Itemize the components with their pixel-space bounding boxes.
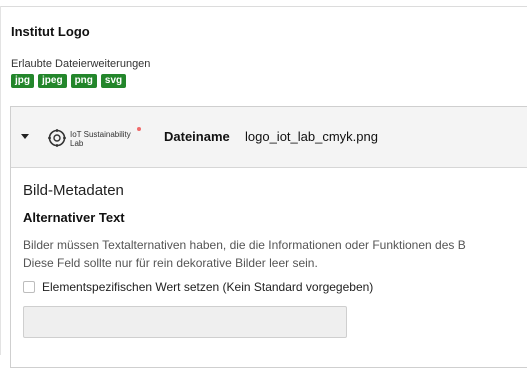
alt-text-input[interactable] <box>23 306 347 338</box>
left-divider <box>0 6 1 355</box>
extension-badge-jpg: jpg <box>11 74 34 88</box>
thumbnail-logo-text: IoT Sustainability Lab <box>70 130 131 148</box>
override-default-checkbox-row[interactable]: Elementspezifischen Wert setzen (Kein St… <box>23 280 373 294</box>
override-default-label: Elementspezifischen Wert setzen (Kein St… <box>42 280 374 294</box>
image-metadata-heading: Bild-Metadaten <box>23 182 124 199</box>
extensions-label: Erlaubte Dateierweiterungen <box>11 58 151 70</box>
file-thumbnail[interactable]: IoT Sustainability Lab <box>47 127 143 151</box>
extension-badge-jpeg: jpeg <box>38 74 67 88</box>
override-default-checkbox[interactable] <box>23 281 35 293</box>
filename-value: logo_iot_lab_cmyk.png <box>245 129 378 144</box>
file-panel-header[interactable]: IoT Sustainability Lab Dateiname logo_io… <box>11 107 527 168</box>
status-dot-icon <box>137 127 141 131</box>
top-divider <box>0 6 527 7</box>
alt-text-heading: Alternativer Text <box>23 210 125 225</box>
extension-badge-png: png <box>70 74 97 88</box>
extension-badge-svg: svg <box>100 74 127 88</box>
iot-lab-logo-icon <box>48 129 66 147</box>
section-title: Institut Logo <box>11 24 90 39</box>
file-reference-panel: IoT Sustainability Lab Dateiname logo_io… <box>10 106 527 368</box>
alt-text-help: Bilder müssen Textalternativen haben, di… <box>23 238 466 270</box>
caret-down-icon[interactable] <box>21 134 29 139</box>
filename-label: Dateiname <box>164 129 230 144</box>
extensions-badges: jpg jpeg png svg <box>11 74 127 88</box>
